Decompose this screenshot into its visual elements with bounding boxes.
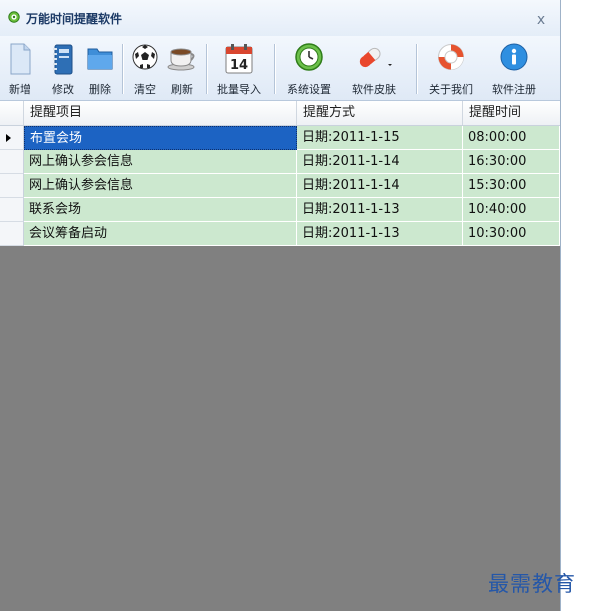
grid-header: 提醒项目 提醒方式 提醒时间 <box>0 101 560 126</box>
system-settings-button-label: 系统设置 <box>287 83 331 96</box>
cell-time[interactable]: 10:30:00 <box>463 222 560 246</box>
system-settings-button[interactable]: 系统设置 <box>280 39 338 97</box>
edit-button[interactable]: 修改 <box>48 39 78 97</box>
toolbar-separator <box>416 44 418 94</box>
lifebuoy-icon <box>438 44 464 70</box>
table-row[interactable]: 网上确认参会信息 日期:2011-1-14 16:30:00 <box>0 150 560 174</box>
column-header-time[interactable]: 提醒时间 <box>463 101 560 125</box>
cell-method[interactable]: 日期:2011-1-15 <box>297 126 463 150</box>
clear-button-label: 清空 <box>134 83 156 96</box>
cell-item[interactable]: 会议筹备启动 <box>24 222 297 246</box>
new-button[interactable]: 新增 <box>6 39 34 97</box>
about-us-button-label: 关于我们 <box>429 83 473 96</box>
toolbar-separator <box>274 44 276 94</box>
column-header-item[interactable]: 提醒项目 <box>24 101 297 125</box>
dropdown-arrow-icon <box>388 64 392 66</box>
refresh-button[interactable]: 刷新 <box>166 39 198 97</box>
skin-button-label: 软件皮肤 <box>352 83 396 96</box>
cell-method[interactable]: 日期:2011-1-13 <box>297 222 463 246</box>
info-icon <box>500 43 528 71</box>
current-row-arrow-icon <box>6 134 11 142</box>
folder-delete-icon <box>87 48 113 70</box>
column-header-method[interactable]: 提醒方式 <box>297 101 463 125</box>
cell-item[interactable]: 联系会场 <box>24 198 297 222</box>
title-bar[interactable]: 万能时间提醒软件 x <box>0 0 560 36</box>
toolbar-separator <box>122 44 124 94</box>
table-row[interactable]: 布置会场 日期:2011-1-15 08:00:00 <box>0 126 560 150</box>
reminder-grid[interactable]: 提醒项目 提醒方式 提醒时间 布置会场 日期:2011-1-15 08:00:0… <box>0 101 560 611</box>
register-button-label: 软件注册 <box>492 83 536 96</box>
watermark-text: 最需教育 <box>488 572 576 596</box>
cell-method[interactable]: 日期:2011-1-14 <box>297 174 463 198</box>
app-window: 万能时间提醒软件 x 新增 修改 删除 清空 刷新 14 批量导入 系统设置 软… <box>0 0 561 611</box>
batch-import-button-label: 批量导入 <box>217 83 261 96</box>
toolbar-separator <box>206 44 208 94</box>
cell-item[interactable]: 网上确认参会信息 <box>24 174 297 198</box>
app-logo-icon <box>8 11 20 23</box>
refresh-button-label: 刷新 <box>171 83 193 96</box>
cell-method[interactable]: 日期:2011-1-14 <box>297 150 463 174</box>
clear-button[interactable]: 清空 <box>130 39 160 97</box>
pill-skin-icon <box>359 47 392 68</box>
clock-settings-icon <box>295 43 323 71</box>
edit-button-label: 修改 <box>52 83 74 96</box>
cell-time[interactable]: 10:40:00 <box>463 198 560 222</box>
table-row[interactable]: 联系会场 日期:2011-1-13 10:40:00 <box>0 198 560 222</box>
close-button[interactable]: x <box>534 13 548 27</box>
register-button[interactable]: 软件注册 <box>484 39 544 97</box>
batch-import-button[interactable]: 14 批量导入 <box>212 39 266 97</box>
about-us-button[interactable]: 关于我们 <box>422 39 480 97</box>
delete-button-label: 删除 <box>89 83 111 96</box>
notebook-edit-icon <box>53 44 73 75</box>
delete-button[interactable]: 删除 <box>84 39 116 97</box>
cell-time[interactable]: 16:30:00 <box>463 150 560 174</box>
calendar-day-number: 14 <box>230 58 248 73</box>
calendar-icon: 14 <box>225 44 253 74</box>
row-selector[interactable] <box>0 198 24 222</box>
soccer-ball-icon <box>132 44 158 70</box>
row-selector[interactable] <box>0 174 24 198</box>
window-title: 万能时间提醒软件 <box>26 12 123 26</box>
new-document-icon <box>10 43 31 75</box>
cell-item[interactable]: 网上确认参会信息 <box>24 150 297 174</box>
skin-button[interactable]: 软件皮肤 <box>342 39 406 97</box>
row-selector[interactable] <box>0 222 24 246</box>
row-header-corner <box>0 101 24 125</box>
cell-item[interactable]: 布置会场 <box>24 126 297 150</box>
table-row[interactable]: 会议筹备启动 日期:2011-1-13 10:30:00 <box>0 222 560 246</box>
new-button-label: 新增 <box>9 83 31 96</box>
row-selector[interactable] <box>0 150 24 174</box>
cell-method[interactable]: 日期:2011-1-13 <box>297 198 463 222</box>
row-selector[interactable] <box>0 126 24 150</box>
cell-time[interactable]: 15:30:00 <box>463 174 560 198</box>
coffee-cup-icon <box>167 48 195 71</box>
toolbar: 新增 修改 删除 清空 刷新 14 批量导入 系统设置 软件皮肤 关于我们 软件… <box>0 36 560 101</box>
table-row[interactable]: 网上确认参会信息 日期:2011-1-14 15:30:00 <box>0 174 560 198</box>
cell-time[interactable]: 08:00:00 <box>463 126 560 150</box>
